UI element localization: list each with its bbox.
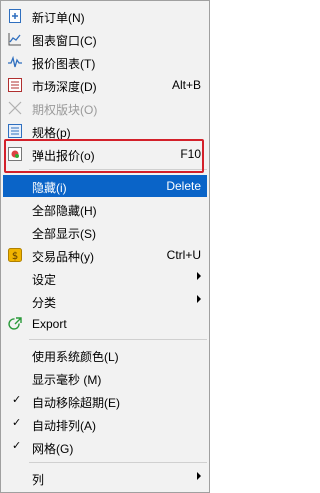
menu-item-label: 列	[32, 473, 45, 487]
market-depth-icon	[7, 77, 23, 93]
new-order-icon	[7, 8, 23, 24]
menu-item-label: 使用系统颜色(L)	[32, 350, 119, 364]
submenu-arrow-icon	[197, 472, 201, 480]
menu-item-label: 图表窗口(C)	[32, 34, 97, 48]
menu-item-label: 交易品种(y)	[32, 250, 94, 264]
quote-chart-icon	[7, 54, 23, 70]
menu-item-categories[interactable]: 分类	[3, 290, 207, 312]
submenu-arrow-icon	[197, 295, 201, 303]
menu-item-use-system-colors[interactable]: 使用系统颜色(L)	[3, 344, 207, 366]
menu-item-label: 全部隐藏(H)	[32, 204, 97, 218]
symbols-icon: $	[7, 247, 23, 263]
menu-item-auto-arrange[interactable]: ✓ 自动排列(A)	[3, 413, 207, 435]
menu-item-label: 分类	[32, 296, 57, 310]
menu-item-auto-remove-expired[interactable]: ✓ 自动移除超期(E)	[3, 390, 207, 412]
menu-item-label: 设定	[32, 273, 57, 287]
menu-item-show-all[interactable]: 全部显示(S)	[3, 221, 207, 243]
menu-item-shortcut: Delete	[166, 179, 201, 193]
menu-item-label: 自动排列(A)	[32, 419, 96, 433]
menu-item-shortcut: Ctrl+U	[166, 248, 201, 262]
menu-item-label: Export	[32, 317, 67, 331]
menu-item-chart-window[interactable]: 图表窗口(C)	[3, 28, 207, 50]
menu-item-hide-all[interactable]: 全部隐藏(H)	[3, 198, 207, 220]
svg-text:$: $	[12, 251, 18, 262]
menu-item-label: 期权版块(O)	[32, 103, 98, 117]
menu-item-label: 全部显示(S)	[32, 227, 96, 241]
check-icon: ✓	[12, 440, 22, 452]
menu-item-label: 隐藏(i)	[32, 181, 67, 195]
export-icon	[7, 316, 23, 332]
menu-item-label: 网格(G)	[32, 442, 74, 456]
options-board-icon	[7, 100, 23, 116]
specification-icon	[7, 123, 23, 139]
menu-item-quote-chart[interactable]: 报价图表(T)	[3, 51, 207, 73]
menu-item-show-milliseconds[interactable]: 显示毫秒 (M)	[3, 367, 207, 389]
menu-item-hide[interactable]: 隐藏(i) Delete	[3, 175, 207, 197]
menu-item-options-board[interactable]: 期权版块(O)	[3, 97, 207, 119]
menu-item-label: 新订单(N)	[32, 11, 85, 25]
menu-item-export[interactable]: Export	[3, 313, 207, 335]
menu-item-label: 市场深度(D)	[32, 80, 97, 94]
menu-item-label: 报价图表(T)	[32, 57, 96, 71]
menu-item-label: 自动移除超期(E)	[32, 396, 120, 410]
menu-separator	[29, 339, 207, 340]
menu-item-columns[interactable]: 列	[3, 467, 207, 489]
context-menu: 新订单(N) 图表窗口(C) 报价图表(T) 市场深度(D) Alt+B 期权版…	[0, 0, 210, 493]
submenu-arrow-icon	[197, 272, 201, 280]
check-icon: ✓	[12, 417, 22, 429]
menu-item-market-depth[interactable]: 市场深度(D) Alt+B	[3, 74, 207, 96]
menu-separator	[29, 462, 207, 463]
menu-item-symbols[interactable]: $ 交易品种(y) Ctrl+U	[3, 244, 207, 266]
highlight-box	[4, 139, 204, 173]
menu-item-settings[interactable]: 设定	[3, 267, 207, 289]
chart-window-icon	[7, 31, 23, 47]
menu-item-new-order[interactable]: 新订单(N)	[3, 5, 207, 27]
check-icon: ✓	[12, 394, 22, 406]
menu-item-grid[interactable]: ✓ 网格(G)	[3, 436, 207, 458]
menu-item-shortcut: Alt+B	[171, 78, 201, 92]
menu-item-label: 显示毫秒 (M)	[32, 373, 102, 387]
